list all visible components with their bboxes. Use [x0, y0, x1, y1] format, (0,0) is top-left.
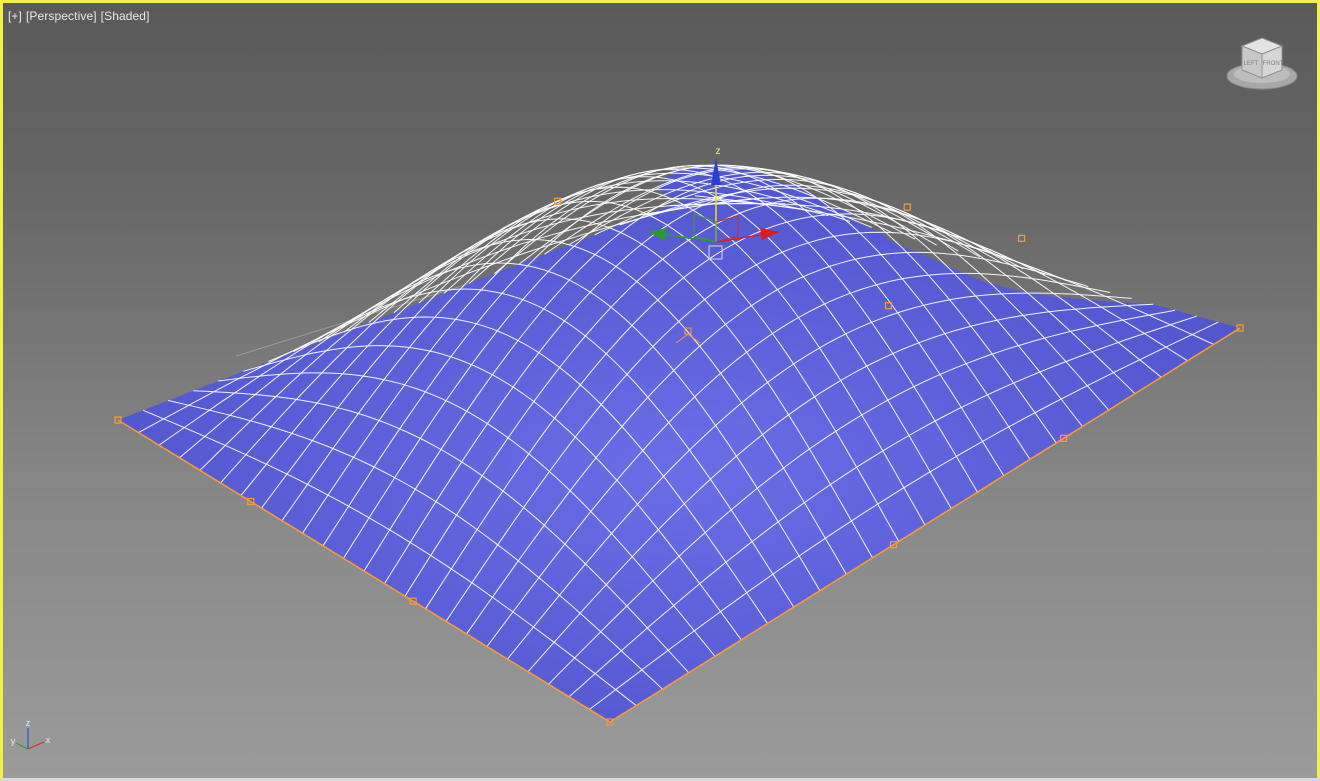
control-vertex[interactable] [1017, 234, 1026, 242]
tripod-z-label: z [26, 718, 31, 728]
nurbs-surface-scene[interactable]: z [0, 0, 1320, 781]
tripod-x-label: x [46, 735, 51, 745]
gizmo-z-label: z [716, 146, 721, 157]
nurbs-surface[interactable] [118, 164, 1240, 722]
tripod-x-axis [27, 741, 45, 750]
control-vertex[interactable] [903, 203, 911, 211]
viewcube-left-label: LEFT [1244, 61, 1259, 67]
viewcube-front-label: FRONT [1263, 61, 1284, 67]
tripod-y-axis [15, 742, 29, 750]
tripod-y-label: y [11, 736, 16, 746]
world-axis-tripod: z x y [11, 718, 51, 750]
viewcube[interactable]: LEFT FRONT [1222, 34, 1302, 96]
